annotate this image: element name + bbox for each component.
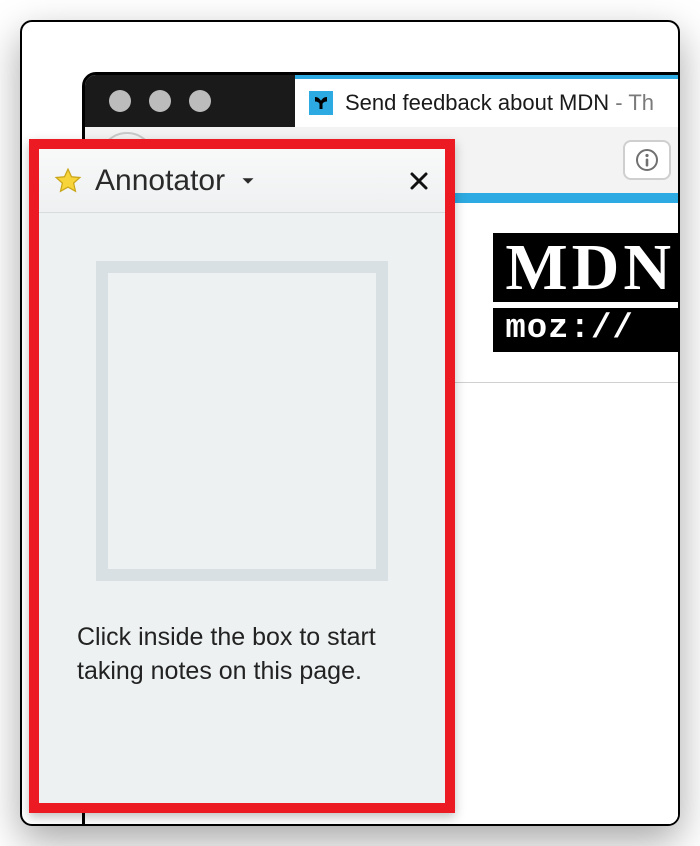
mdn-logo: MDN moz://: [493, 233, 680, 352]
minimize-window-button[interactable]: [149, 90, 171, 112]
browser-tab[interactable]: Send feedback about MDN - Th: [295, 75, 680, 127]
tab-title-suffix: - Th: [609, 90, 654, 115]
site-info-button[interactable]: [623, 140, 671, 180]
titlebar: Send feedback about MDN - Th: [85, 75, 680, 127]
star-icon: [53, 166, 83, 196]
mdn-logo-top: MDN: [493, 233, 680, 302]
close-icon[interactable]: [407, 169, 431, 193]
note-hint: Click inside the box to start taking not…: [73, 621, 411, 689]
tab-title: Send feedback about MDN - Th: [345, 90, 654, 116]
zoom-window-button[interactable]: [189, 90, 211, 112]
screenshot-frame: Send feedback about MDN - Th: [20, 20, 680, 826]
panel-header: Annotator: [39, 149, 445, 213]
close-window-button[interactable]: [109, 90, 131, 112]
tab-favicon-icon: [309, 91, 333, 115]
mdn-logo-bottom: moz://: [493, 308, 680, 352]
panel-body: Click inside the box to start taking not…: [39, 213, 445, 813]
annotator-panel: Annotator Click inside the box to start …: [39, 149, 445, 813]
window-controls: [85, 75, 295, 127]
panel-title: Annotator: [95, 164, 225, 198]
note-input-box[interactable]: [96, 261, 388, 581]
tab-title-main: Send feedback about MDN: [345, 90, 609, 115]
chevron-down-icon[interactable]: [237, 170, 259, 192]
